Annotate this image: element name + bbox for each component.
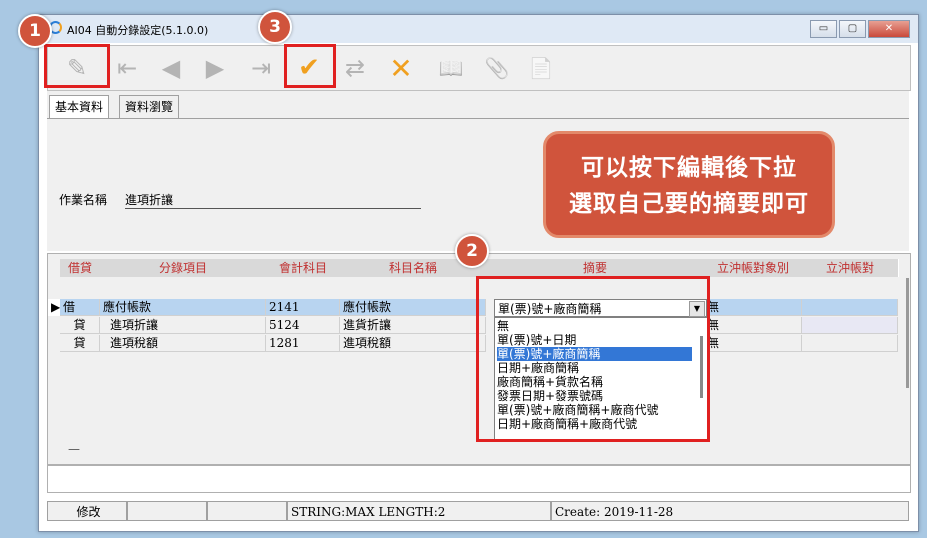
status-mode: 修改 (47, 501, 127, 521)
cell-item[interactable]: 應付帳款 (100, 299, 266, 316)
cell-dc[interactable]: 借 (60, 299, 100, 316)
window-title: AI04 自動分錄設定(5.1.0.0) (67, 24, 209, 37)
cell-target[interactable]: 無 (704, 299, 802, 316)
row-indicator: ▶ (48, 299, 60, 316)
table-row[interactable]: 貸 進項稅額 1281 進項稅額 無 (48, 335, 898, 353)
cell-target2[interactable] (802, 317, 898, 334)
cell-account-name[interactable]: 進項稅額 (340, 335, 486, 352)
highlight-confirm-box (284, 44, 336, 88)
first-icon[interactable]: ⇤ (112, 53, 142, 83)
highlight-edit-box (44, 44, 110, 88)
instruction-callout: 可以按下編輯後下拉 選取自己要的摘要即可 (543, 131, 835, 238)
refresh-icon[interactable]: ⇄ (340, 53, 370, 83)
job-name-label: 作業名稱 (59, 193, 108, 207)
status-info: STRING:MAX LENGTH:2 (287, 501, 551, 521)
message-bar (47, 465, 911, 493)
next-icon[interactable]: ▶ (200, 53, 230, 83)
xls-icon[interactable]: 📄 (526, 53, 556, 83)
close-button[interactable]: ✕ (868, 20, 910, 38)
cell-account[interactable]: 1281 (266, 335, 340, 352)
col-header-dc[interactable]: 借貸 (60, 259, 101, 277)
maximize-button[interactable]: ▢ (839, 20, 866, 38)
col-header-summary[interactable]: 摘要 (486, 259, 705, 277)
cell-dc[interactable]: 貸 (60, 335, 100, 352)
grid-scrollbar[interactable] (906, 278, 909, 388)
status-empty-1 (127, 501, 207, 521)
highlight-dropdown-box (476, 276, 710, 442)
cell-target[interactable]: 無 (704, 335, 802, 352)
cell-account[interactable]: 5124 (266, 317, 340, 334)
step-badge-2: 2 (455, 234, 489, 268)
cell-item[interactable]: 進項折讓 (100, 317, 266, 334)
status-empty-2 (207, 501, 287, 521)
col-header-account[interactable]: 會計科目 (266, 259, 341, 277)
table-row[interactable]: ▶ 借 應付帳款 2141 應付帳款 無 (48, 299, 898, 317)
step-badge-3: 3 (258, 10, 292, 44)
step-badge-1: 1 (18, 14, 52, 48)
cell-target[interactable]: 無 (704, 317, 802, 334)
cell-target2[interactable] (802, 335, 898, 352)
col-header-item[interactable]: 分錄項目 (100, 259, 267, 277)
status-create-date: Create: 2019-11-28 (551, 501, 909, 521)
cell-item[interactable]: 進項稅額 (100, 335, 266, 352)
toolbar: ✎ ⇤ ◀ ▶ ⇥ ✔ ⇄ ✕ 📖 📎 📄 (47, 45, 911, 91)
grid-footer-dash: — (68, 442, 80, 456)
callout-line-2: 選取自己要的摘要即可 (569, 191, 809, 217)
cell-dc[interactable]: 貸 (60, 317, 100, 334)
attach-icon[interactable]: 📎 (482, 53, 512, 83)
col-header-target[interactable]: 立沖帳對象別 (704, 259, 803, 277)
table-row[interactable]: 貸 進項折讓 5124 進貨折讓 無 (48, 317, 898, 335)
cell-account-name[interactable]: 應付帳款 (340, 299, 486, 316)
col-header-target2[interactable]: 立沖帳對 (802, 259, 899, 277)
tab-basic-info[interactable]: 基本資料 (49, 95, 110, 118)
cell-target2[interactable] (802, 299, 898, 316)
tab-data-browse[interactable]: 資料瀏覽 (119, 95, 180, 118)
minimize-button[interactable]: ▭ (810, 20, 837, 38)
last-icon[interactable]: ⇥ (246, 53, 276, 83)
callout-line-1: 可以按下編輯後下拉 (581, 155, 797, 181)
job-name-field[interactable]: 進項折讓 (125, 191, 421, 209)
title-bar: AI04 自動分錄設定(5.1.0.0) ▭ ▢ ✕ (39, 15, 918, 43)
cell-account-name[interactable]: 進貨折讓 (340, 317, 486, 334)
book-icon[interactable]: 📖 (436, 53, 466, 83)
cancel-icon[interactable]: ✕ (386, 52, 416, 85)
cell-account[interactable]: 2141 (266, 299, 340, 316)
app-window: AI04 自動分錄設定(5.1.0.0) ▭ ▢ ✕ ✎ ⇤ ◀ ▶ ⇥ ✔ ⇄… (38, 14, 919, 532)
status-bar: 修改 STRING:MAX LENGTH:2 Create: 2019-11-2… (47, 501, 909, 521)
prev-icon[interactable]: ◀ (156, 53, 186, 83)
